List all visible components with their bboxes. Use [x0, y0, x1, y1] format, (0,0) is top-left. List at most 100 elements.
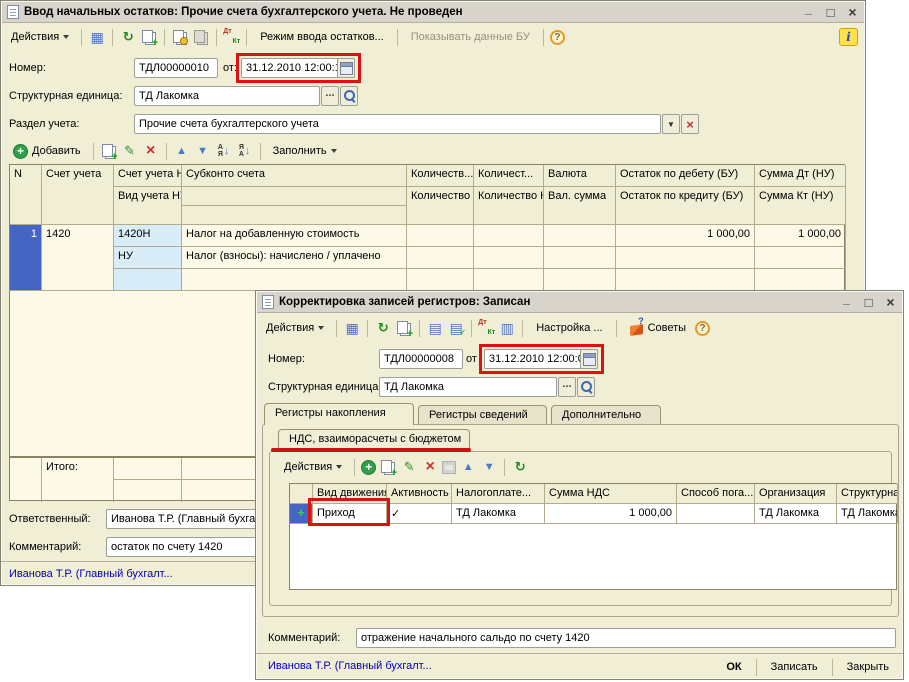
subconto-cell[interactable]: Налог на добавленную стоимость: [182, 225, 407, 247]
nu-subconto-cell[interactable]: Налог (взносы): начислено / уплачено: [182, 247, 407, 269]
number-field[interactable]: ТДЛ00000010: [134, 58, 218, 78]
empty-cell[interactable]: [474, 247, 544, 269]
save-button[interactable]: Записать: [763, 659, 826, 675]
qty-nu-cell[interactable]: [474, 225, 544, 247]
move-up-icon[interactable]: [173, 142, 191, 160]
empty-cell[interactable]: [755, 247, 846, 269]
account-nu-cell[interactable]: 1420Н: [114, 225, 182, 247]
delete-row-icon[interactable]: [421, 458, 439, 476]
minimize-button[interactable]: [840, 295, 853, 309]
clear-button[interactable]: [681, 114, 699, 134]
close-button[interactable]: [846, 4, 859, 20]
vat-sum-cell[interactable]: 1 000,00: [545, 504, 677, 524]
close-button[interactable]: [884, 294, 897, 310]
minimize-button[interactable]: [802, 5, 815, 19]
ok-button[interactable]: ОК: [718, 659, 749, 675]
sort-ascending-icon[interactable]: [215, 142, 233, 160]
open-button[interactable]: [340, 86, 358, 106]
method-cell[interactable]: [677, 504, 755, 524]
info-icon[interactable]: [839, 28, 858, 46]
add-row-button[interactable]: Добавить: [7, 141, 87, 162]
structural-unit-field[interactable]: ТД Лакомка: [134, 86, 320, 106]
list-icon[interactable]: [426, 319, 444, 337]
move-down-icon[interactable]: [194, 142, 212, 160]
debit-credit-icon[interactable]: [478, 319, 495, 337]
maximize-button[interactable]: [824, 5, 837, 20]
copy-add-icon[interactable]: [395, 319, 413, 337]
empty-cell[interactable]: [182, 269, 407, 291]
empty-cell[interactable]: [474, 269, 544, 291]
calendar-button[interactable]: [337, 58, 355, 78]
currency-cell[interactable]: [544, 225, 616, 247]
calendar-button[interactable]: [580, 349, 598, 369]
help-icon[interactable]: [695, 321, 710, 336]
back-title-bar[interactable]: Ввод начальных остатков: Прочие счета бу…: [2, 2, 864, 23]
empty-cell[interactable]: [407, 269, 474, 291]
checklist-icon[interactable]: [447, 319, 465, 337]
empty-cell[interactable]: [544, 269, 616, 291]
tab-additional[interactable]: Дополнительно: [551, 405, 661, 425]
balance-entry-mode-button[interactable]: Режим ввода остатков...: [253, 28, 391, 46]
settings-button[interactable]: Настройка ...: [529, 319, 609, 337]
activity-cell[interactable]: ✓: [387, 504, 452, 524]
empty-cell[interactable]: [407, 247, 474, 269]
move-down-icon[interactable]: [480, 458, 498, 476]
comment-field[interactable]: отражение начального сальдо по счету 142…: [356, 628, 896, 648]
tips-button[interactable]: Советы: [623, 316, 692, 340]
number-field[interactable]: ТДЛ00000008: [379, 349, 463, 369]
maximize-button[interactable]: [862, 295, 875, 310]
empty-cell[interactable]: [544, 247, 616, 269]
open-button[interactable]: [577, 377, 595, 397]
post-document-icon[interactable]: [88, 28, 106, 46]
delete-row-icon[interactable]: [142, 142, 160, 160]
row-number-cell[interactable]: 1: [10, 225, 42, 291]
unit-cell[interactable]: ТД Лакомка: [837, 504, 898, 524]
taxpayer-cell[interactable]: ТД Лакомка: [452, 504, 545, 524]
organization-cell[interactable]: ТД Лакомка: [755, 504, 837, 524]
close-window-button[interactable]: Закрыть: [839, 659, 897, 675]
row-marker-cell[interactable]: [290, 504, 313, 524]
empty-cell[interactable]: [616, 269, 755, 291]
sort-descending-icon[interactable]: [236, 142, 254, 160]
fill-menu-button[interactable]: Заполнить: [267, 142, 343, 160]
copy-row-icon[interactable]: [379, 458, 397, 476]
refresh-icon[interactable]: [374, 319, 392, 337]
edit-row-icon[interactable]: [121, 142, 139, 160]
sum-dt-nu-cell[interactable]: 1 000,00: [755, 225, 846, 247]
register-actions-button[interactable]: Действия: [278, 458, 348, 476]
add-row-icon[interactable]: [361, 460, 376, 475]
add-icon: [13, 144, 28, 159]
choose-button[interactable]: [558, 377, 576, 397]
copy-row-icon[interactable]: [100, 142, 118, 160]
journal-icon[interactable]: [498, 319, 516, 337]
movement-cell[interactable]: Приход: [313, 504, 387, 524]
empty-cell[interactable]: [616, 247, 755, 269]
qty-bu-cell[interactable]: [407, 225, 474, 247]
refresh-icon[interactable]: [511, 458, 529, 476]
post-document-icon[interactable]: [343, 319, 361, 337]
account-cell[interactable]: 1420: [42, 225, 114, 291]
edit-row-icon[interactable]: [400, 458, 418, 476]
refresh-icon[interactable]: [119, 28, 137, 46]
actions-menu-button[interactable]: Действия: [260, 319, 330, 337]
actions-menu-button[interactable]: Действия: [5, 28, 75, 46]
choose-button[interactable]: [321, 86, 339, 106]
nu-kind-cell[interactable]: НУ: [114, 247, 182, 269]
move-up-icon[interactable]: [459, 458, 477, 476]
debit-credit-icon[interactable]: [223, 28, 240, 46]
responsible-user-link[interactable]: Иванова Т.Р. (Главный бухгалт...: [268, 660, 432, 672]
empty-cell[interactable]: [114, 269, 182, 291]
copy-add-icon[interactable]: [140, 28, 158, 46]
help-icon[interactable]: [550, 30, 565, 45]
section-field[interactable]: Прочие счета бухгалтерского учета: [134, 114, 661, 134]
fill-document-icon[interactable]: [171, 28, 189, 46]
tab-accumulation-registers[interactable]: Регистры накопления: [264, 403, 414, 425]
structural-unit-field[interactable]: ТД Лакомка: [379, 377, 557, 397]
inner-tab-vat-budget[interactable]: НДС, взаиморасчеты с бюджетом: [278, 429, 470, 451]
empty-cell[interactable]: [755, 269, 846, 291]
front-title-bar[interactable]: Корректировка записей регистров: Записан: [257, 292, 902, 313]
tab-information-registers[interactable]: Регистры сведений: [418, 405, 547, 425]
debit-bu-cell[interactable]: 1 000,00: [616, 225, 755, 247]
responsible-user-link[interactable]: Иванова Т.Р. (Главный бухгалт...: [9, 568, 173, 580]
dropdown-button[interactable]: [662, 114, 680, 134]
